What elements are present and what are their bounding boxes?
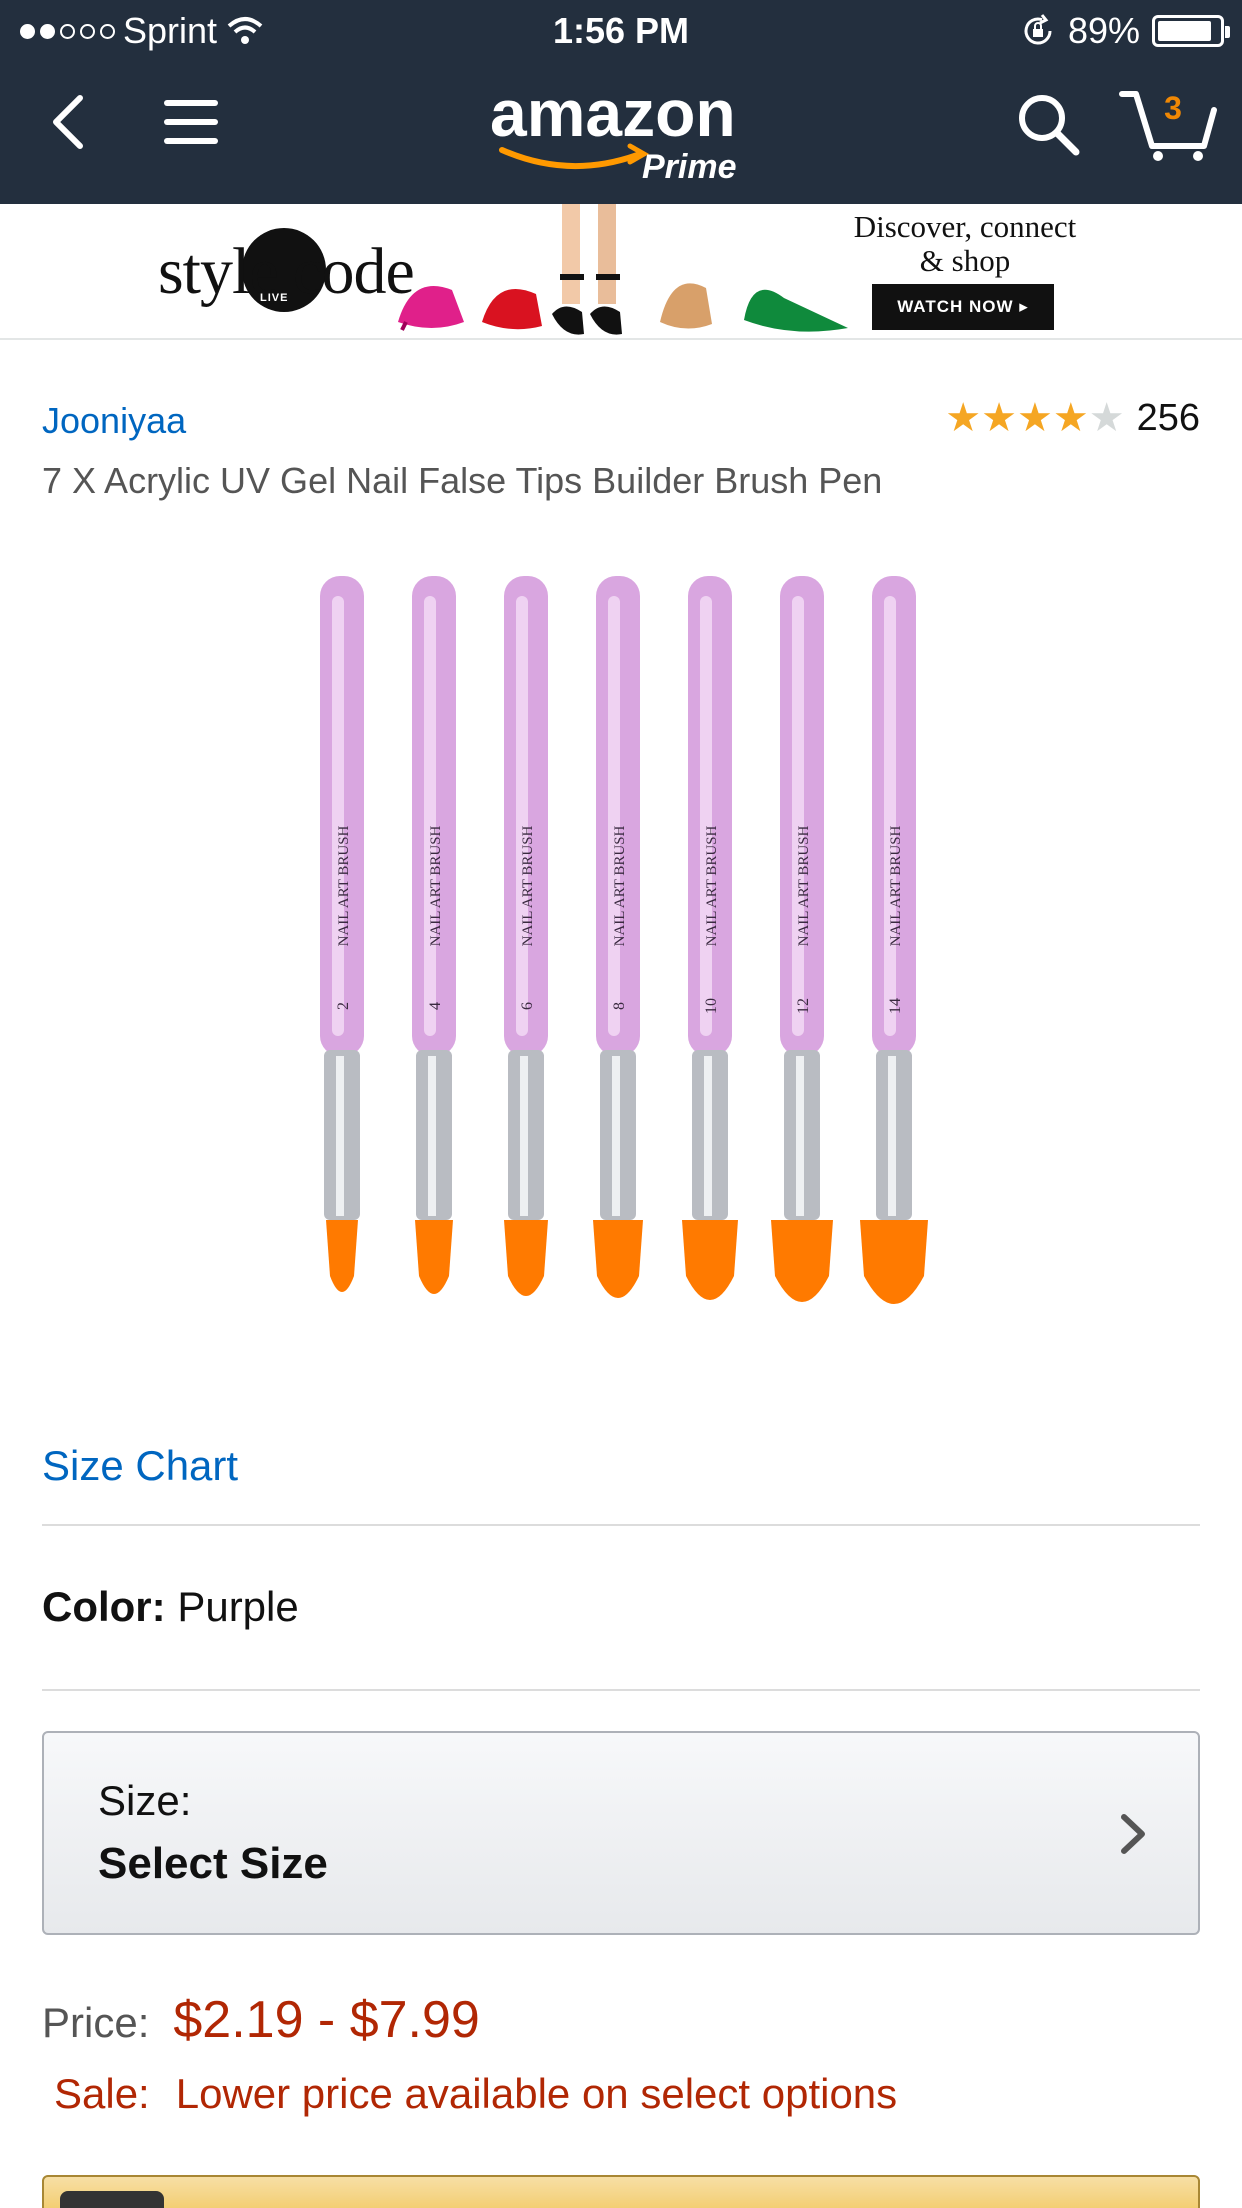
shoes-image <box>398 204 848 335</box>
rating-stars: ★ ★ ★ ★ ★ <box>945 396 1124 440</box>
star-filled-icon: ★ <box>1017 396 1053 440</box>
status-bar: Sprint 1:56 PM 89% <box>0 0 1242 62</box>
brush-handle-highlight <box>516 596 528 1036</box>
brush-size-number: 4 <box>427 1002 444 1010</box>
logo-sub-text: Prime <box>642 148 737 186</box>
search-icon[interactable] <box>1014 90 1084 160</box>
brush-size-number: 8 <box>611 1002 628 1010</box>
brand-link[interactable]: Jooniyaa <box>42 400 186 442</box>
cart-button-icon <box>60 2191 164 2208</box>
battery-icon <box>1152 15 1230 47</box>
brush-label-text: NAIL ART BRUSH <box>888 825 904 946</box>
brush-item: NAIL ART BRUSH 2 <box>320 576 364 1292</box>
star-filled-icon: ★ <box>1052 396 1089 440</box>
rating[interactable]: ★ ★ ★ ★ ★ 256 <box>945 396 1200 440</box>
product-title: 7 X Acrylic UV Gel Nail False Tips Build… <box>42 460 883 501</box>
brush-size-number: 10 <box>703 998 720 1014</box>
sale-text: Lower price available on select options <box>175 2070 898 2117</box>
color-selection: Color: Purple <box>42 1583 299 1631</box>
ad-brand-badge: LIVE <box>260 292 289 304</box>
size-chart-link[interactable]: Size Chart <box>42 1442 238 1490</box>
brush-handle-highlight <box>700 596 712 1036</box>
brush-handle-highlight <box>424 596 436 1036</box>
watch-now-button[interactable]: WATCH NOW ▸ <box>872 284 1054 330</box>
brush-handle-highlight <box>884 596 896 1036</box>
brush-label-text: NAIL ART BRUSH <box>704 825 720 946</box>
brush-item: NAIL ART BRUSH 6 <box>504 576 548 1296</box>
amazon-prime-logo[interactable]: amazon Prime <box>480 76 770 186</box>
brush-ferrule-shine <box>336 1056 344 1216</box>
price-value: $2.19 - $7.99 <box>173 1991 480 2049</box>
brush-label-text: NAIL ART BRUSH <box>796 825 812 946</box>
divider <box>42 1524 1200 1526</box>
brush-item: NAIL ART BRUSH 10 <box>682 576 738 1300</box>
brush-tip <box>504 1220 548 1296</box>
logo-text: amazon <box>490 76 736 150</box>
brush-item: NAIL ART BRUSH 4 <box>412 576 456 1294</box>
price-label: Price: <box>42 1999 150 2046</box>
star-filled-icon: ★ <box>945 396 982 440</box>
brush-item: NAIL ART BRUSH 12 <box>771 576 833 1302</box>
brush-ferrule-shine <box>520 1056 528 1216</box>
chevron-right-icon <box>1121 1814 1145 1854</box>
brush-size-number: 2 <box>335 1002 352 1010</box>
brush-item: NAIL ART BRUSH 8 <box>593 576 643 1298</box>
brush-ferrule-shine <box>704 1056 712 1216</box>
divider <box>42 1689 1200 1691</box>
back-icon[interactable] <box>40 92 100 152</box>
brush-tip <box>682 1220 738 1300</box>
brush-tip <box>415 1220 453 1294</box>
brush-size-number: 6 <box>519 1002 536 1010</box>
color-value: Purple <box>177 1583 299 1630</box>
brush-label-text: NAIL ART BRUSH <box>428 825 444 946</box>
brush-item: NAIL ART BRUSH 14 <box>860 576 928 1304</box>
size-label: Size: <box>98 1777 192 1824</box>
sale-label: Sale: <box>54 2070 150 2117</box>
brush-label-text: NAIL ART BRUSH <box>336 825 352 946</box>
brush-tip <box>860 1220 928 1304</box>
price-row: Price: $2.19 - $7.99 <box>42 1990 480 2050</box>
rotation-lock-icon <box>1024 14 1052 45</box>
sale-row: Sale: Lower price available on select op… <box>54 2070 897 2118</box>
brush-label-text: NAIL ART BRUSH <box>612 825 628 946</box>
color-label: Color: <box>42 1583 166 1630</box>
ad-banner[interactable]: style code LIVE Discover, connect & shop… <box>0 204 1242 340</box>
brush-size-number: 14 <box>887 998 904 1014</box>
product-image[interactable]: NAIL ART BRUSH2NAIL ART BRUSH4NAIL ART B… <box>290 556 970 1356</box>
brush-ferrule-shine <box>796 1056 804 1216</box>
brush-label-text: NAIL ART BRUSH <box>520 825 536 946</box>
brush-tip <box>593 1220 643 1298</box>
size-value: Select Size <box>98 1839 328 1888</box>
top-bar: Sprint 1:56 PM 89% amazon Prime 3 <box>0 0 1242 204</box>
brush-handle-highlight <box>332 596 344 1036</box>
add-to-cart-button[interactable] <box>42 2175 1200 2208</box>
brush-size-number: 12 <box>795 998 812 1014</box>
brush-ferrule-shine <box>888 1056 896 1216</box>
brush-tip <box>771 1220 833 1302</box>
review-count: 256 <box>1136 396 1200 439</box>
cart-count-badge[interactable]: 3 <box>1158 90 1188 127</box>
menu-icon[interactable] <box>160 96 222 148</box>
nav-bar: amazon Prime 3 <box>0 62 1242 204</box>
brush-ferrule-shine <box>428 1056 436 1216</box>
brush-ferrule-shine <box>612 1056 620 1216</box>
brush-handle-highlight <box>608 596 620 1036</box>
status-right: 89% <box>1020 10 1230 52</box>
size-selector[interactable]: Size: Select Size <box>42 1731 1200 1935</box>
star-filled-icon: ★ <box>981 396 1018 440</box>
battery-percent: 89% <box>1067 10 1140 51</box>
brush-handle-highlight <box>792 596 804 1036</box>
star-empty-icon: ★ <box>1088 396 1125 440</box>
brush-tip <box>326 1220 358 1292</box>
ad-tagline: Discover, connect & shop <box>853 209 1077 278</box>
